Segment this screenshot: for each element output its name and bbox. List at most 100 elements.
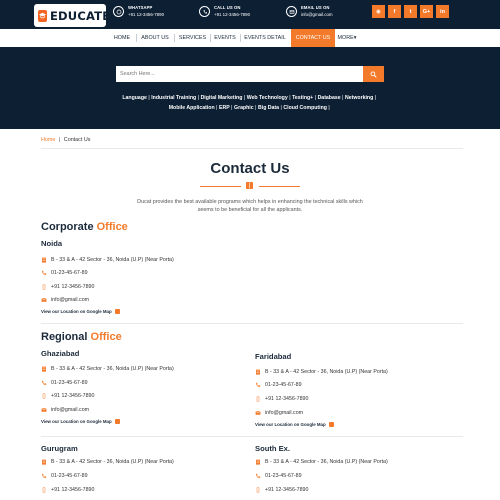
address-text: B - 33 & A - 42 Sector - 36, Noida (U.P)… bbox=[51, 366, 174, 372]
rss-glyph: ◉ bbox=[376, 8, 381, 15]
mail-icon bbox=[286, 6, 297, 17]
phone-icon bbox=[41, 380, 47, 386]
breadcrumb-current: Contact Us bbox=[63, 137, 91, 143]
course-tag[interactable]: Web Technology bbox=[247, 95, 288, 101]
course-tag[interactable]: Industrial Training bbox=[151, 95, 196, 101]
email-text[interactable]: info@gmail.com bbox=[51, 407, 89, 413]
tag-separator: | bbox=[231, 105, 233, 111]
tag-separator: | bbox=[197, 95, 200, 101]
mobile-row: +91 12-3456-7890 bbox=[41, 393, 94, 399]
search-icon bbox=[370, 71, 377, 78]
phone-icon bbox=[199, 6, 210, 17]
nav-more-label: MORE bbox=[337, 35, 354, 41]
tag-separator: | bbox=[342, 95, 344, 101]
twitter-glyph: t bbox=[409, 8, 412, 15]
mobile-icon bbox=[41, 284, 47, 290]
course-tag[interactable]: Networking bbox=[345, 95, 373, 101]
course-tag[interactable]: Big Data bbox=[258, 105, 279, 111]
phone-text[interactable]: 01-23-45-67-89 bbox=[51, 380, 88, 386]
email-text[interactable]: info@gmail.com bbox=[51, 297, 89, 303]
main-nav: HOME ABOUT US SERVICES EVENTS EVENTS DET… bbox=[0, 29, 500, 47]
page-title: Contact Us bbox=[210, 160, 290, 177]
tag-separator: | bbox=[216, 105, 218, 111]
city-name-ghaziabad: Ghaziabad bbox=[41, 349, 80, 358]
course-tag[interactable]: Language bbox=[122, 95, 147, 101]
email-contact[interactable]: EMAIL US ON info@gmail.com bbox=[286, 5, 333, 18]
nav-about-us[interactable]: ABOUT US bbox=[137, 29, 173, 47]
nav-events[interactable]: EVENTS bbox=[211, 29, 239, 47]
city-name-gurugram: Gurugram bbox=[41, 444, 78, 453]
building-icon bbox=[255, 459, 261, 465]
address-row: B - 33 & A - 42 Sector - 36, Noida (U.P)… bbox=[255, 459, 388, 465]
building-icon bbox=[255, 369, 261, 375]
brand-logo[interactable]: EDUCATE bbox=[34, 4, 110, 27]
call-number: +91 12-3456-7890 bbox=[214, 12, 251, 17]
nav-events-detail[interactable]: EVENTS DETAIL bbox=[241, 29, 289, 47]
facebook-glyph: f bbox=[393, 8, 396, 15]
breadcrumb: Home | Contact Us bbox=[41, 137, 90, 143]
map-icon bbox=[114, 309, 120, 314]
course-tag[interactable]: Cloud Computing bbox=[283, 105, 327, 111]
mobile-text[interactable]: +91 12-3456-7890 bbox=[265, 396, 308, 402]
call-contact[interactable]: CALL US ON +91 12-3456-7890 bbox=[199, 5, 250, 18]
whatsapp-number: +91 12-3456-7890 bbox=[128, 12, 165, 17]
tag-separator: | bbox=[243, 95, 246, 101]
mobile-text[interactable]: +91 12-3456-7890 bbox=[51, 393, 94, 399]
breadcrumb-home[interactable]: Home bbox=[41, 137, 55, 143]
course-tag[interactable]: ERP bbox=[219, 105, 230, 111]
mobile-text[interactable]: +91 12-3456-7890 bbox=[51, 284, 94, 290]
email-address: info@gmail.com bbox=[301, 12, 333, 17]
mail-icon bbox=[255, 410, 261, 416]
mobile-row: +91 12-3456-7890 bbox=[255, 396, 308, 402]
tag-separator: | bbox=[289, 95, 291, 101]
nav-more[interactable]: MORE▾ bbox=[337, 29, 357, 47]
mobile-row: +91 12-3456-7890 bbox=[255, 487, 308, 493]
nav-home[interactable]: HOME bbox=[109, 29, 135, 47]
rss-icon[interactable]: ◉ bbox=[372, 5, 385, 18]
google-map-link[interactable]: View our Location on Google Map bbox=[41, 419, 120, 424]
book-icon bbox=[246, 182, 253, 189]
nav-services[interactable]: SERVICES bbox=[175, 29, 210, 47]
course-tag[interactable]: Testing+ bbox=[292, 95, 313, 101]
course-tag[interactable]: Database bbox=[318, 95, 341, 101]
city-name-south-ex: South Ex. bbox=[255, 444, 291, 453]
course-tag[interactable]: Digital Marketing bbox=[201, 95, 243, 101]
mobile-icon bbox=[41, 487, 47, 493]
map-icon bbox=[328, 422, 334, 427]
mobile-text[interactable]: +91 12-3456-7890 bbox=[265, 487, 308, 493]
mail-icon bbox=[41, 297, 47, 303]
phone-icon bbox=[41, 473, 47, 479]
address-text: B - 33 & A - 42 Sector - 36, Noida (U.P)… bbox=[265, 459, 388, 465]
phone-text[interactable]: 01-23-45-67-89 bbox=[265, 473, 302, 479]
google-plus-icon[interactable]: G+ bbox=[420, 5, 433, 18]
title-underline-right bbox=[259, 186, 300, 187]
course-tag[interactable]: Graphic bbox=[234, 105, 254, 111]
tag-separator: | bbox=[374, 95, 377, 101]
twitter-icon[interactable]: t bbox=[404, 5, 417, 18]
course-tag[interactable]: Mobile Application bbox=[169, 105, 215, 111]
nav-contact-us[interactable]: CONTACT US bbox=[291, 29, 335, 47]
google-map-link[interactable]: View our Location on Google Map bbox=[41, 309, 120, 314]
brand-name: EDUCATE bbox=[50, 8, 111, 23]
email-row: info@gmail.com bbox=[255, 410, 303, 416]
phone-text[interactable]: 01-23-45-67-89 bbox=[51, 270, 88, 276]
phone-text[interactable]: 01-23-45-67-89 bbox=[51, 473, 88, 479]
search-input[interactable] bbox=[116, 66, 363, 82]
breadcrumb-separator: | bbox=[58, 137, 61, 143]
tag-separator: | bbox=[148, 95, 150, 101]
email-row: info@gmail.com bbox=[41, 297, 89, 303]
building-icon bbox=[41, 459, 47, 465]
facebook-icon[interactable]: f bbox=[388, 5, 401, 18]
divider bbox=[41, 436, 463, 437]
google-map-link[interactable]: View our Location on Google Map bbox=[255, 422, 334, 427]
phone-icon bbox=[255, 382, 261, 388]
course-tags-line-2: Mobile Application | ERP | Graphic | Big Data |… bbox=[60, 103, 440, 113]
email-text[interactable]: info@gmail.com bbox=[265, 410, 303, 416]
search-button[interactable] bbox=[363, 66, 384, 82]
whatsapp-contact[interactable]: WHATSAPP +91 12-3456-7890 bbox=[113, 5, 164, 18]
address-row: B - 33 & A - 42 Sector - 36, Noida (U.P)… bbox=[255, 369, 388, 375]
linkedin-icon[interactable]: in bbox=[436, 5, 449, 18]
regional-office-heading: Regional Office bbox=[41, 331, 122, 343]
phone-text[interactable]: 01-23-45-67-89 bbox=[265, 382, 302, 388]
mobile-text[interactable]: +91 12-3456-7890 bbox=[51, 487, 94, 493]
